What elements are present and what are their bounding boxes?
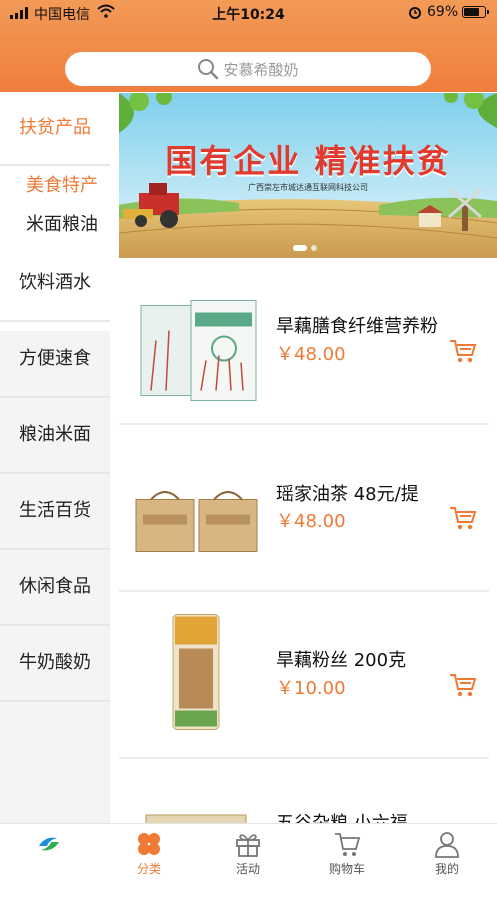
product-image	[140, 300, 257, 401]
tab-profile[interactable]: 我的	[412, 830, 482, 877]
cart-icon	[335, 833, 361, 856]
add-to-cart-icon[interactable]	[449, 338, 477, 364]
sidebar-subitem-specialty-food[interactable]: 美食特产	[26, 171, 110, 201]
sidebar-item-drinks[interactable]: 饮料酒水	[0, 245, 110, 320]
sidebar-item-poverty-products[interactable]: 扶贫产品	[0, 92, 110, 164]
sidebar-item-snacks[interactable]: 休闲食品	[0, 550, 110, 624]
tab-cart[interactable]: 购物车	[312, 830, 382, 877]
alarm-icon	[409, 7, 421, 19]
tab-home-logo[interactable]	[14, 830, 84, 860]
banner-subtitle: 广西崇左市城达通互联网科技公司	[248, 183, 368, 192]
gift-icon	[236, 834, 260, 857]
product-card[interactable]: 旱藕膳食纤维营养粉 ￥48.00	[119, 258, 489, 425]
product-image	[135, 491, 258, 552]
sidebar-item-grain-oil[interactable]: 粮油米面	[0, 398, 110, 472]
logo-icon	[39, 837, 59, 851]
add-to-cart-icon[interactable]	[449, 672, 477, 698]
user-icon	[435, 832, 459, 858]
header: 中国电信 上午10:24 69% 安慕希酸奶	[0, 0, 497, 92]
bottom-tab-bar: 分类 活动 购物车 我的	[0, 823, 497, 884]
battery-icon	[462, 6, 489, 18]
product-card[interactable]: 旱藕粉丝 200克 ￥10.00	[119, 592, 489, 759]
product-price: ￥48.00	[276, 344, 346, 365]
sidebar-item-instant-food[interactable]: 方便速食	[0, 322, 110, 396]
product-price: ￥10.00	[276, 678, 346, 699]
product-name: 瑶家油茶 48元/提	[276, 484, 419, 505]
sidebar-item-daily-goods[interactable]: 生活百货	[0, 474, 110, 548]
promo-banner[interactable]: 国有企业 精准扶贫 广西崇左市城达通互联网科技公司	[119, 93, 497, 258]
search-input[interactable]: 安慕希酸奶	[65, 52, 431, 86]
battery-percent: 69%	[427, 4, 459, 20]
status-bar: 中国电信 上午10:24 69%	[0, 0, 497, 26]
banner-title: 国有企业 精准扶贫	[165, 142, 451, 180]
add-to-cart-icon[interactable]	[449, 505, 477, 531]
search-placeholder: 安慕希酸奶	[223, 60, 299, 79]
category-icon	[138, 833, 160, 855]
clock: 上午10:24	[212, 7, 285, 23]
sidebar-subitem-rice-noodle-oil[interactable]: 米面粮油	[26, 210, 110, 240]
tab-category[interactable]: 分类	[114, 830, 184, 877]
banner-pager	[293, 245, 317, 251]
product-name: 旱藕粉丝 200克	[276, 650, 407, 671]
sidebar-item-dairy[interactable]: 牛奶酸奶	[0, 626, 110, 700]
product-card[interactable]: 瑶家油茶 48元/提 ￥48.00	[119, 425, 489, 592]
product-price: ￥48.00	[276, 511, 346, 532]
search-icon	[198, 59, 219, 80]
product-image	[172, 614, 220, 730]
product-name: 旱藕膳食纤维营养粉	[276, 316, 438, 337]
category-sidebar: 扶贫产品 美食特产 米面粮油 饮料酒水 方便速食 粮油米面 生活百货 休闲食品 …	[0, 92, 110, 823]
tab-activity[interactable]: 活动	[213, 830, 283, 877]
